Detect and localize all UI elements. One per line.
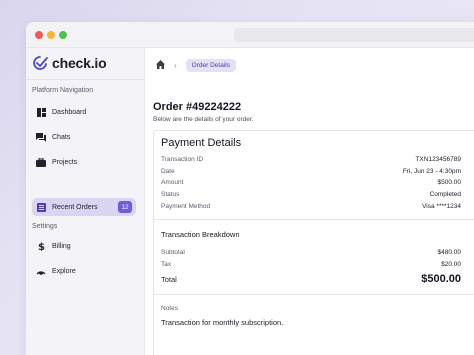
breakdown-row-tax: Tax $20.00 [161, 259, 461, 269]
detail-label: Status [161, 190, 180, 198]
detail-value: Fri, Jun 23 - 4:30pm [402, 167, 461, 175]
sidebar-item-billing[interactable]: $ Billing [32, 237, 136, 255]
sidebar: check.io Platform Navigation Dashboard C… [26, 48, 145, 355]
page-title: Order #49224222 [153, 101, 242, 113]
detail-row-status: Status Completed [161, 189, 461, 199]
payment-details-card: Payment Details Transaction ID TXN123456… [153, 130, 474, 355]
close-window-button[interactable] [35, 31, 43, 39]
breakdown-label: Tax [161, 260, 172, 268]
chat-icon [36, 132, 46, 142]
notes-text: Transaction for monthly subscription. [161, 318, 284, 327]
sidebar-item-projects[interactable]: Projects [32, 153, 136, 171]
card-title: Payment Details [161, 137, 242, 149]
breakdown-value: $20.00 [441, 260, 461, 268]
detail-row-amount: Amount $500.00 [161, 177, 461, 187]
detail-label: Amount [161, 178, 184, 186]
section-label-platform: Platform Navigation [32, 87, 94, 94]
app-logo[interactable]: check.io [32, 55, 107, 71]
detail-value: Completed [429, 190, 461, 198]
sidebar-item-label: Projects [52, 158, 78, 166]
breakdown-row-total: Total $500.00 [161, 272, 461, 286]
home-icon[interactable] [156, 56, 165, 74]
detail-label: Payment Method [161, 202, 211, 210]
detail-row-date: Date Fri, Jun 23 - 4:30pm [161, 166, 461, 176]
briefcase-icon [36, 157, 46, 167]
minimize-window-button[interactable] [47, 31, 55, 39]
breakdown-title: Transaction Breakdown [161, 230, 240, 239]
explore-icon [36, 266, 46, 276]
sidebar-item-explore[interactable]: Explore [32, 262, 136, 280]
detail-value: $500.00 [437, 178, 462, 186]
chevron-right-icon: › [174, 60, 177, 70]
sidebar-item-dashboard[interactable]: Dashboard [32, 103, 136, 121]
logo-icon [33, 56, 48, 70]
maximize-window-button[interactable] [59, 31, 67, 39]
divider [154, 219, 474, 220]
sidebar-item-label: Explore [52, 267, 76, 275]
sidebar-item-chats[interactable]: Chats [32, 128, 136, 146]
sidebar-item-recent-orders[interactable]: Recent Orders 12 [32, 198, 136, 216]
dollar-icon: $ [36, 241, 46, 251]
dashboard-icon [36, 107, 46, 117]
detail-row-transaction-id: Transaction ID TXN123456789 [161, 154, 461, 164]
detail-row-payment-method: Payment Method Visa ****1234 [161, 201, 461, 211]
app-window: check.io Platform Navigation Dashboard C… [26, 22, 474, 355]
breakdown-row-subtotal: Subtotal $480.00 [161, 247, 461, 257]
breadcrumb: › Order Details [156, 56, 236, 74]
sidebar-item-label: Chats [52, 133, 71, 141]
sidebar-item-label: Dashboard [52, 108, 87, 116]
page-subtitle: Below are the details of your order. [153, 116, 254, 123]
sidebar-item-label: Recent Orders [52, 203, 98, 211]
breakdown-value: $480.00 [437, 248, 462, 256]
detail-label: Transaction ID [161, 155, 204, 163]
total-label: Total [161, 274, 177, 284]
divider [26, 79, 145, 80]
svg-text:$: $ [38, 242, 45, 251]
logo-text: check.io [52, 55, 107, 71]
window-titlebar [26, 22, 474, 48]
detail-value: TXN123456789 [415, 155, 461, 163]
count-badge: 12 [118, 201, 132, 213]
detail-label: Date [161, 167, 175, 175]
divider [154, 294, 474, 295]
total-value: $500.00 [421, 273, 461, 285]
breakdown-label: Subtotal [161, 248, 185, 256]
detail-value: Visa ****1234 [422, 202, 461, 210]
sidebar-item-label: Billing [52, 242, 71, 250]
orders-icon [36, 202, 46, 212]
notes-label: Notes [161, 305, 178, 312]
section-label-settings: Settings [32, 223, 58, 230]
main-content: › Order Details Order #49224222 Below ar… [146, 48, 474, 355]
breadcrumb-current[interactable]: Order Details [185, 58, 236, 72]
address-bar[interactable] [234, 28, 474, 42]
